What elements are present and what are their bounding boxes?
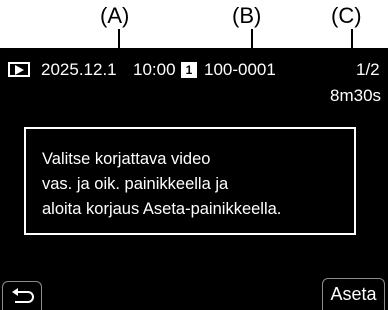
image-counter: 1/2 — [356, 60, 380, 79]
file-number: 100-0001 — [204, 60, 276, 79]
callout-b-label: (B) — [232, 3, 262, 28]
instruction-message-box: Valitse korjattava video vas. ja oik. pa… — [24, 127, 356, 235]
set-button[interactable]: Aseta — [322, 278, 385, 310]
return-arrow-icon — [12, 288, 34, 303]
back-button[interactable] — [2, 281, 42, 310]
message-line-2: vas. ja oik. painikkeella ja — [42, 175, 229, 193]
callout-a-label: (A) — [100, 3, 130, 28]
video-duration: 8m30s — [330, 86, 382, 105]
message-line-1: Valitse korjattava video — [42, 150, 211, 168]
recording-date: 2025.12.1 — [41, 60, 117, 79]
playback-icon — [8, 62, 30, 77]
callout-c-label: (C) — [331, 3, 362, 28]
recording-time: 10:00 — [133, 60, 176, 79]
callout-annotations: (A) (B) (C) — [0, 0, 388, 63]
camera-screen: 2025.12.1 10:00 1 100-0001 1/2 8m30s Val… — [0, 48, 388, 310]
card-slot-badge: 1 — [181, 62, 197, 78]
message-line-3: aloita korjaus Aseta-painikkeella. — [42, 200, 282, 218]
